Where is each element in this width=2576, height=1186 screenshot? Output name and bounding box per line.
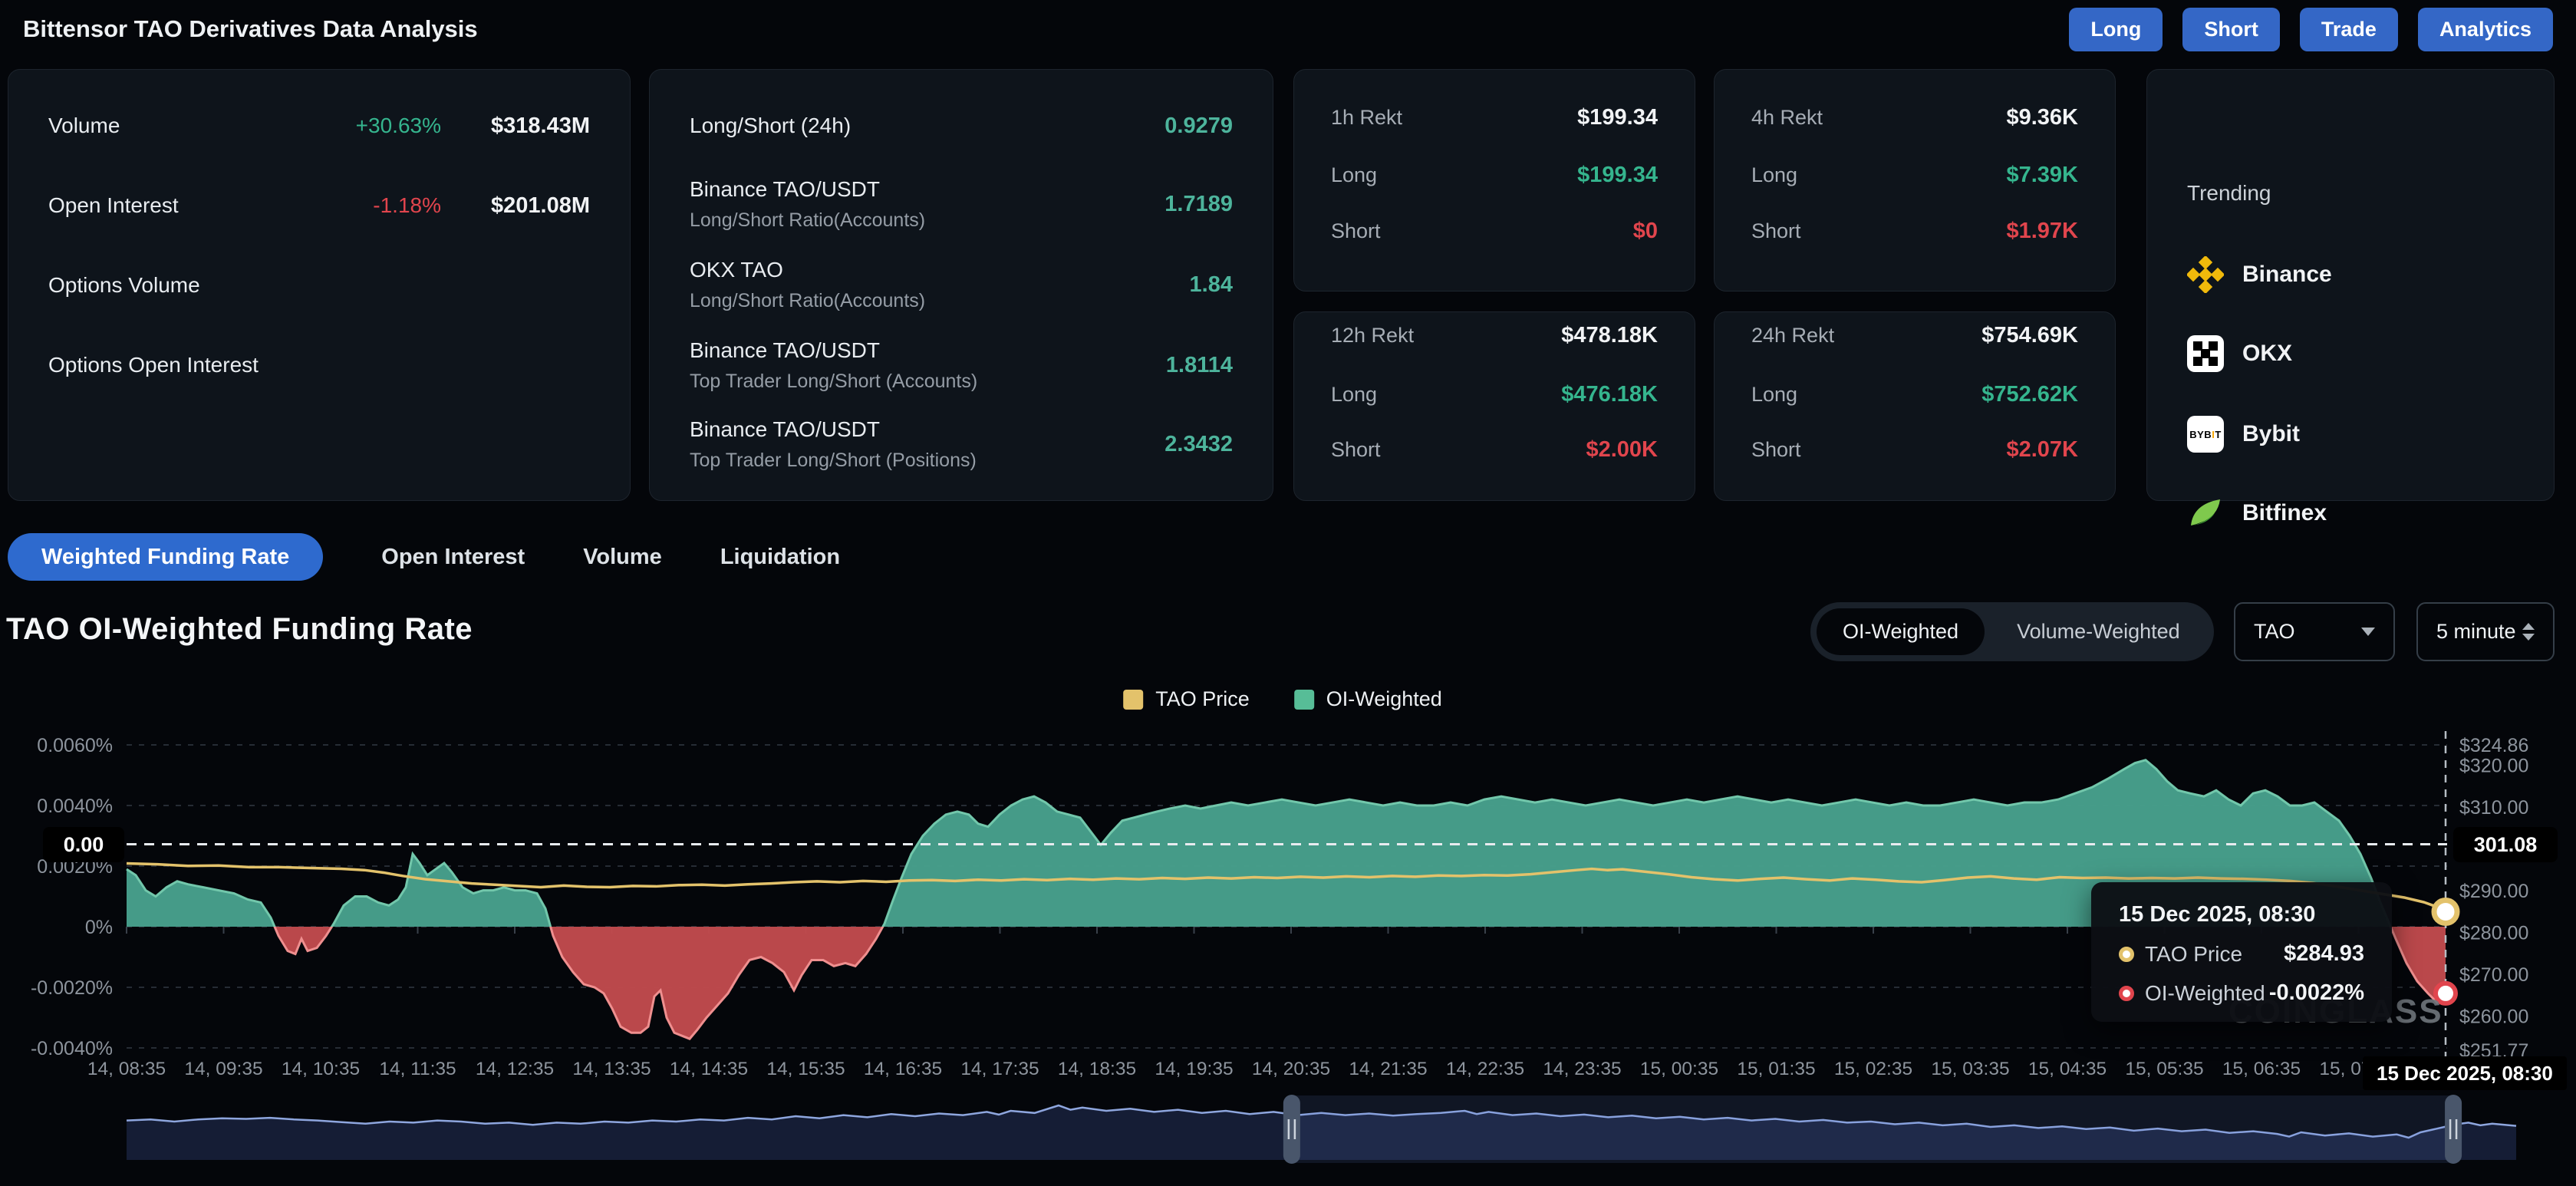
svg-text:14, 08:35: 14, 08:35	[87, 1059, 166, 1079]
svg-text:14, 20:35: 14, 20:35	[1252, 1059, 1330, 1079]
svg-text:$270.00: $270.00	[2459, 964, 2528, 986]
oi-weighted-dot-icon	[2119, 986, 2134, 1001]
navigator-window[interactable]	[1292, 1095, 2453, 1163]
svg-text:14, 17:35: 14, 17:35	[960, 1059, 1039, 1079]
svg-text:14, 11:35: 14, 11:35	[379, 1059, 456, 1079]
navigator-handle-right[interactable]	[2445, 1095, 2462, 1164]
svg-text:14, 13:35: 14, 13:35	[572, 1059, 651, 1079]
tooltip-timestamp: 15 Dec 2025, 08:30	[2119, 902, 2364, 927]
svg-text:15, 03:35: 15, 03:35	[1931, 1059, 2009, 1079]
svg-text:0.0060%: 0.0060%	[37, 735, 113, 756]
svg-text:14, 15:35: 14, 15:35	[766, 1059, 845, 1079]
svg-text:14, 16:35: 14, 16:35	[864, 1059, 942, 1079]
tao-price-marker	[2434, 900, 2457, 923]
crosshair-left-badge: 0.00	[43, 827, 124, 862]
navigator-handle-left[interactable]	[1283, 1095, 1300, 1164]
svg-text:15, 01:35: 15, 01:35	[1737, 1059, 1815, 1079]
crosshair-right-badge: 301.08	[2453, 827, 2558, 862]
svg-text:14, 22:35: 14, 22:35	[1446, 1059, 1524, 1079]
svg-text:14, 23:35: 14, 23:35	[1543, 1059, 1621, 1079]
svg-text:14, 18:35: 14, 18:35	[1058, 1059, 1136, 1079]
svg-text:15, 00:35: 15, 00:35	[1640, 1059, 1718, 1079]
chart-tooltip: 15 Dec 2025, 08:30 TAO Price $284.93 OI-…	[2091, 882, 2392, 1022]
svg-text:14, 10:35: 14, 10:35	[282, 1059, 360, 1079]
svg-text:14, 12:35: 14, 12:35	[476, 1059, 554, 1079]
tooltip-row-oi-weighted: OI-Weighted -0.0022%	[2119, 980, 2364, 1006]
svg-text:15, 06:35: 15, 06:35	[2222, 1059, 2301, 1079]
tooltip-row-tao-price: TAO Price $284.93	[2119, 941, 2364, 967]
svg-text:14, 19:35: 14, 19:35	[1155, 1059, 1233, 1079]
svg-text:0%: 0%	[85, 917, 113, 938]
svg-text:15, 05:35: 15, 05:35	[2125, 1059, 2203, 1079]
svg-text:$260.00: $260.00	[2459, 1006, 2528, 1027]
svg-text:$290.00: $290.00	[2459, 881, 2528, 902]
svg-text:$324.86: $324.86	[2459, 735, 2528, 756]
tao-price-dot-icon	[2119, 947, 2134, 962]
svg-text:-0.0020%: -0.0020%	[31, 977, 113, 999]
svg-text:$320.00: $320.00	[2459, 755, 2528, 776]
svg-text:$280.00: $280.00	[2459, 922, 2528, 944]
svg-text:15, 04:35: 15, 04:35	[2028, 1059, 2107, 1079]
svg-text:14, 09:35: 14, 09:35	[184, 1059, 262, 1079]
svg-text:$310.00: $310.00	[2459, 797, 2528, 819]
svg-text:14, 14:35: 14, 14:35	[670, 1059, 748, 1079]
crosshair-date-badge: 15 Dec 2025, 08:30	[2363, 1056, 2567, 1090]
derivatives-dashboard: Bittensor TAO Derivatives Data Analysis …	[0, 0, 2576, 1186]
svg-text:0.0040%: 0.0040%	[37, 796, 113, 817]
svg-text:-0.0040%: -0.0040%	[31, 1038, 113, 1059]
svg-text:14, 21:35: 14, 21:35	[1349, 1059, 1427, 1079]
svg-text:15, 02:35: 15, 02:35	[1834, 1059, 1912, 1079]
